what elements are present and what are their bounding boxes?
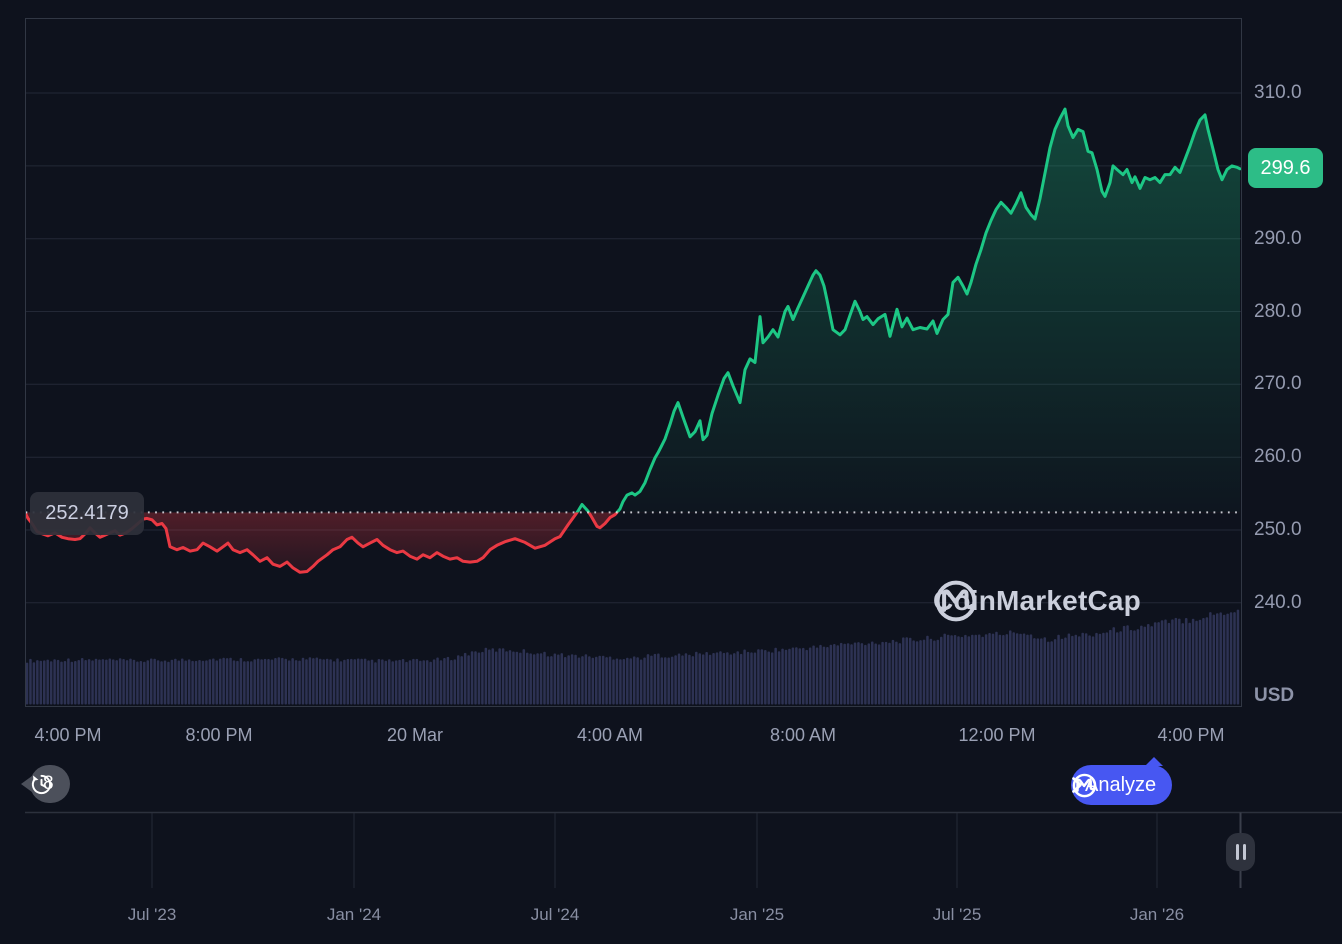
current-price-badge: 299.6 (1248, 148, 1323, 188)
x-axis-label: 12:00 PM (958, 725, 1036, 745)
analyze-button[interactable]: Analyze (1071, 757, 1173, 805)
y-axis-label: 270.0 (1254, 373, 1302, 394)
navigator-axis-label: Jan '25 (729, 905, 785, 924)
x-axis-label: 4:00 AM (576, 725, 644, 745)
history-clock-icon (31, 774, 52, 794)
baseline-price-label: 252.4179 (30, 492, 144, 535)
x-axis-label: 8:00 PM (185, 725, 253, 745)
y-axis-label: 290.0 (1254, 228, 1302, 249)
x-axis-label: 4:00 PM (1157, 725, 1225, 745)
navigator-axis-label: Jan '26 (1129, 905, 1185, 924)
handle-grip-bar (1242, 844, 1246, 860)
price-chart-widget: CoinMarketCap 252.4179 299.6 USD 310.0 29… (0, 0, 1342, 944)
x-axis-label: 20 Mar (386, 725, 444, 745)
y-axis-label: 250.0 (1254, 519, 1302, 540)
history-badge[interactable]: 8 (21, 765, 70, 803)
y-axis-label: 310.0 (1254, 82, 1302, 103)
navigator-resize-handle[interactable] (1226, 833, 1255, 871)
handle-grip-bar (1235, 844, 1239, 860)
x-axis-label: 8:00 AM (769, 725, 837, 745)
navigator-axis-label: Jul '24 (530, 905, 580, 924)
y-axis-label: 280.0 (1254, 301, 1302, 322)
y-axis-label: 240.0 (1254, 592, 1302, 613)
x-axis-label: 4:00 PM (34, 725, 102, 745)
y-axis-label: 260.0 (1254, 446, 1302, 467)
navigator-axis-label: Jul '25 (932, 905, 982, 924)
range-navigator-canvas[interactable] (0, 806, 1342, 896)
coinmarketcap-logo-icon (935, 580, 977, 622)
navigator-axis-label: Jan '24 (326, 905, 382, 924)
chevron-right-icon (1072, 777, 1082, 793)
coinmarketcap-watermark: CoinMarketCap (933, 580, 1141, 622)
navigator-axis-label: Jul '23 (127, 905, 177, 924)
currency-label: USD (1254, 685, 1295, 706)
